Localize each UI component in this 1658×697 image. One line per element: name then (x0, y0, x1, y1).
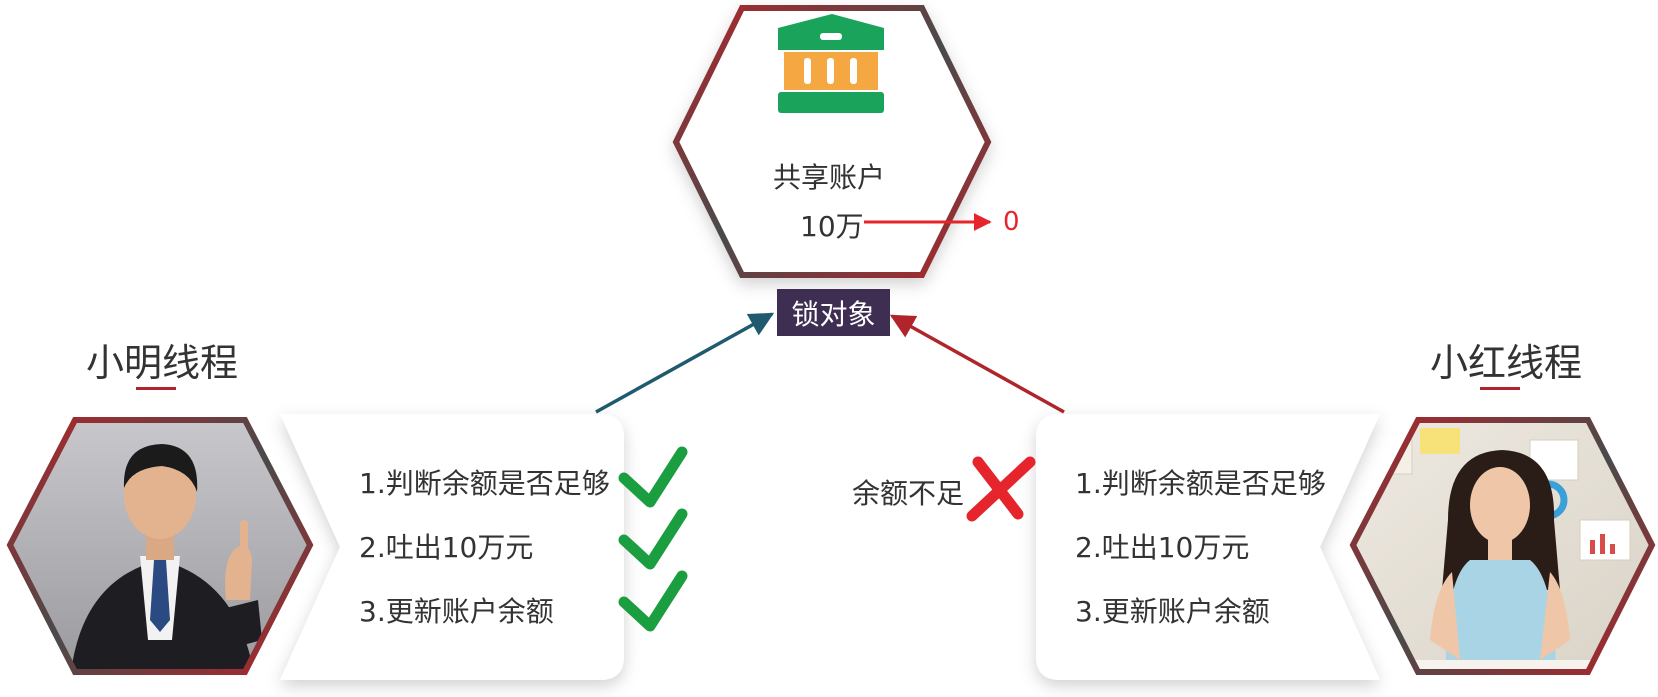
insufficient-balance-note: 余额不足 (852, 477, 965, 510)
xiaohong-title-underline (1480, 387, 1520, 390)
bank-icon (778, 14, 884, 113)
xiaohong-step-3: 3.更新账户余额 (1075, 595, 1270, 628)
xiaohong-step-2: 2.吐出10万元 (1075, 531, 1250, 564)
lock-object-label: 锁对象 (791, 297, 876, 331)
xiaoming-step-1: 1.判断余额是否足够 (359, 467, 610, 500)
lock-object-badge: 锁对象 (777, 289, 890, 336)
xiaohong-thread-title: 小红线程 (1430, 341, 1583, 385)
diagram-canvas (6, 5, 1656, 680)
xiaoming-title-underline (136, 387, 176, 390)
xiaoming-thread-title: 小明线程 (86, 341, 239, 385)
check-icon (618, 508, 688, 570)
balance-after: 0 (1003, 207, 1020, 237)
woman-in-office-photo (1349, 417, 1656, 675)
shared-account-title: 共享账户 (773, 161, 886, 194)
xiaoming-step-3: 3.更新账户余额 (359, 595, 554, 628)
cross-icon (966, 456, 1036, 522)
xiaohong-to-lock-arrow (889, 314, 1065, 414)
check-icon (618, 446, 688, 508)
xiaohong-step-1: 1.判断余额是否足够 (1075, 467, 1326, 500)
check-icon (618, 570, 688, 632)
xiaoming-step-2: 2.吐出10万元 (359, 531, 534, 564)
balance-before: 10万 (800, 210, 864, 243)
xiaoming-to-lock-arrow (595, 312, 775, 414)
man-in-suit-photo (6, 417, 314, 675)
